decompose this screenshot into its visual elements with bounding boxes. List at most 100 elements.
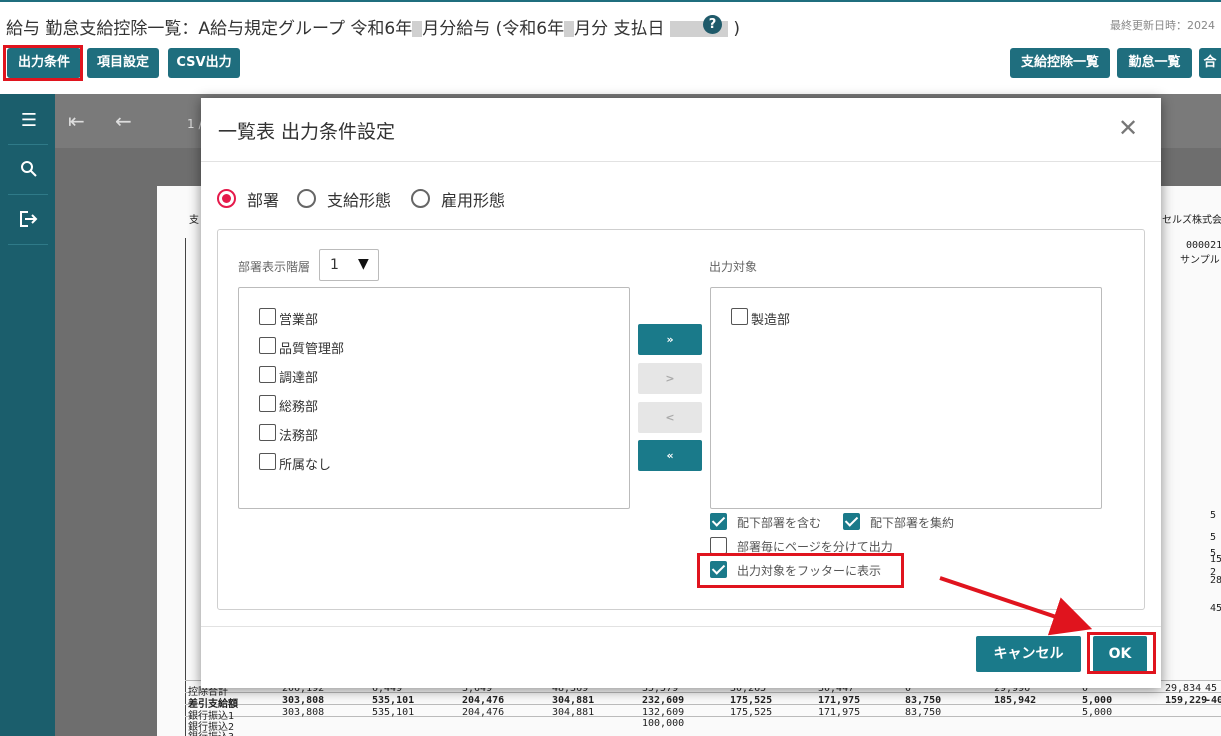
sidebar-divider <box>8 144 48 145</box>
radio-label: 支給形態 <box>327 191 392 210</box>
checkbox[interactable] <box>259 395 276 412</box>
table-cell: 45 <box>1210 603 1221 614</box>
table-cell: 185,942 <box>994 695 1037 706</box>
row-label-bank3: 銀行振込3 <box>188 728 234 736</box>
dialog-title: 一覧表 出力条件設定 <box>218 121 396 143</box>
checkbox[interactable] <box>731 308 748 325</box>
option-label: 配下部署を含む <box>737 516 822 530</box>
attendance-list-button[interactable]: 勤怠一覧 <box>1117 48 1192 78</box>
hierarchy-label: 部署表示階層 <box>238 260 311 274</box>
page-title-part: 月分給与 (令和6年 <box>422 19 565 39</box>
include-sub-checkbox[interactable] <box>710 513 727 530</box>
list-item-label: 営業部 <box>279 313 319 328</box>
checkbox[interactable] <box>259 424 276 441</box>
table-row <box>185 692 1221 702</box>
pay-deduction-list-button[interactable]: 支給控除一覧 <box>1010 48 1110 78</box>
output-target-label: 出力対象 <box>709 260 758 274</box>
table-cell: 535,101 <box>372 695 415 706</box>
available-departments-list[interactable]: 営業部 品質管理部 調達部 総務部 法務部 所属なし <box>238 287 630 509</box>
page-title-part: 給与 勤怠支給控除一覧：A給与規定グループ 令和6年 <box>6 19 413 39</box>
menu-icon[interactable]: ☰ <box>18 110 40 132</box>
table-cell: 45 <box>1205 683 1218 694</box>
option-label: 配下部署を集約 <box>870 516 955 530</box>
highlight-frame-ok <box>1087 632 1156 674</box>
checkbox[interactable] <box>259 308 276 325</box>
search-icon[interactable] <box>18 160 40 182</box>
radio-label: 雇用形態 <box>441 191 506 210</box>
table-cell: 29,834 <box>1165 683 1202 694</box>
table-cell: 5 <box>1210 510 1217 521</box>
table-cell: 28 <box>1210 575 1221 586</box>
checkbox[interactable] <box>259 337 276 354</box>
highlight-frame-footer-option <box>697 553 904 588</box>
cancel-button[interactable]: キャンセル <box>976 636 1081 672</box>
output-target-list[interactable]: 製造部 <box>710 287 1102 509</box>
prev-page-icon[interactable]: ← <box>115 111 132 131</box>
radio-employment-type[interactable]: 雇用形態 <box>411 186 516 210</box>
sidebar-divider <box>8 244 48 245</box>
table-cell: 132,609 <box>642 707 685 718</box>
csv-export-button[interactable]: CSV出力 <box>168 48 240 78</box>
table-cell: 303,808 <box>282 695 325 706</box>
last-updated: 最終更新日時：2024 <box>1110 19 1215 32</box>
page-title-part: 月分 支払日 <box>574 19 665 39</box>
table-cell: 204,476 <box>462 707 505 718</box>
include-sub-option[interactable]: 配下部署を含む <box>710 513 840 531</box>
radio-circle <box>297 189 316 208</box>
list-item-label: 製造部 <box>751 313 791 328</box>
table-cell: 83,750 <box>905 707 942 718</box>
hierarchy-select[interactable]: 1 ▼ <box>319 249 379 281</box>
radio-pay-type[interactable]: 支給形態 <box>297 186 402 210</box>
table-cell: 175,525 <box>730 695 773 706</box>
employee-code: 000021 <box>1186 240 1221 251</box>
viewer-sidebar: ☰ <box>0 94 55 736</box>
table-cell: 100,000 <box>642 718 685 729</box>
first-page-icon[interactable]: ⇤ <box>68 111 85 131</box>
hierarchy-value: 1 <box>330 257 339 273</box>
total-list-button[interactable]: 合 <box>1199 48 1221 78</box>
table-cell: 304,881 <box>552 707 595 718</box>
dialog-header: 一覧表 出力条件設定 ✕ <box>201 98 1161 162</box>
table-cell: 5 <box>1210 532 1217 543</box>
table-cell: 83,750 <box>905 695 942 706</box>
page-per-dept-checkbox[interactable] <box>710 537 727 554</box>
checkbox[interactable] <box>259 453 276 470</box>
table-cell: 5,000 <box>1082 707 1113 718</box>
table-row <box>185 716 1221 726</box>
table-cell: 15 <box>1210 554 1221 565</box>
aggregate-sub-checkbox[interactable] <box>843 513 860 530</box>
move-left-button[interactable]: < <box>638 402 702 433</box>
page-title-part: ) <box>733 19 740 39</box>
table-cell: 232,609 <box>642 695 685 706</box>
table-cell: 303,808 <box>282 707 325 718</box>
table-cell: 535,101 <box>372 707 415 718</box>
table-cell: 171,975 <box>818 707 861 718</box>
list-item-label: 法務部 <box>279 429 319 444</box>
aggregate-sub-option[interactable]: 配下部署を集約 <box>843 513 983 531</box>
table-cell: 171,975 <box>818 695 861 706</box>
item-settings-button[interactable]: 項目設定 <box>87 48 159 78</box>
move-right-button[interactable]: > <box>638 363 702 394</box>
table-row <box>185 704 1221 714</box>
highlight-frame-output-conditions <box>3 45 83 81</box>
employee-kana: サンプル <box>1180 255 1220 266</box>
checkbox[interactable] <box>259 366 276 383</box>
radio-label: 部署 <box>247 191 280 210</box>
export-icon[interactable] <box>18 210 40 232</box>
table-cell: 204,476 <box>462 695 505 706</box>
move-all-left-button[interactable]: « <box>638 440 702 471</box>
help-icon[interactable]: ? <box>703 15 722 34</box>
sidebar-divider <box>8 194 48 195</box>
list-item-label: 品質管理部 <box>279 342 345 357</box>
doc-corner-label: 支 <box>189 215 199 226</box>
move-all-right-button[interactable]: » <box>638 324 702 355</box>
dialog-footer: キャンセル OK <box>201 626 1161 688</box>
table-cell: -40 <box>1205 695 1221 706</box>
table-cell: 304,881 <box>552 695 595 706</box>
company-name-fragment: セルズ株式会 <box>1162 215 1221 226</box>
dropdown-caret-icon: ▼ <box>358 256 369 272</box>
table-cell: 159,229 <box>1165 695 1208 706</box>
radio-department[interactable]: 部署 <box>217 186 287 210</box>
list-item-label: 調達部 <box>279 371 319 386</box>
close-icon[interactable]: ✕ <box>1118 116 1138 140</box>
